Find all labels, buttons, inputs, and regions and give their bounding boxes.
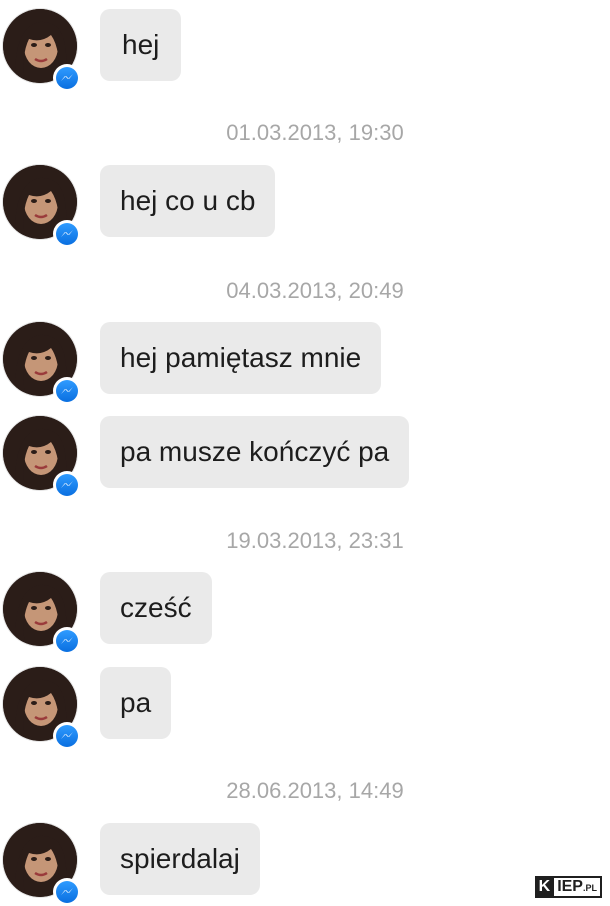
messenger-badge bbox=[53, 722, 81, 750]
messenger-icon bbox=[56, 223, 78, 245]
timestamp: 28.06.2013, 14:49 bbox=[226, 778, 404, 803]
messenger-icon bbox=[56, 725, 78, 747]
watermark-suffix: .PL bbox=[582, 883, 597, 893]
messenger-icon bbox=[56, 630, 78, 652]
messenger-badge bbox=[53, 878, 81, 906]
messenger-icon bbox=[56, 474, 78, 496]
messenger-badge bbox=[53, 64, 81, 92]
messenger-badge bbox=[53, 627, 81, 655]
watermark-k: K bbox=[534, 876, 555, 898]
message-bubble[interactable]: hej co u cb bbox=[100, 165, 276, 237]
message-row: hej pamiętasz mnie bbox=[0, 322, 610, 405]
messenger-badge bbox=[53, 471, 81, 499]
message-row: hej bbox=[0, 9, 610, 92]
messenger-icon bbox=[56, 380, 78, 402]
timestamp: 04.03.2013, 20:49 bbox=[226, 278, 404, 303]
message-bubble[interactable]: hej bbox=[100, 9, 182, 81]
messenger-icon bbox=[56, 67, 78, 89]
message-bubble[interactable]: pa musze kończyć pa bbox=[100, 416, 410, 488]
message-row: hej co u cb bbox=[0, 165, 610, 248]
message-row: spierdalaj bbox=[0, 823, 610, 906]
messenger-badge bbox=[53, 377, 81, 405]
message-bubble[interactable]: pa bbox=[100, 667, 172, 739]
timestamp: 19.03.2013, 23:31 bbox=[226, 528, 404, 553]
message-bubble[interactable]: hej pamiętasz mnie bbox=[100, 322, 382, 394]
message-row: pa bbox=[0, 667, 610, 750]
conversation: hej 01.03.2013, 19:30 hej co u cb 04.03.… bbox=[0, 0, 610, 906]
message-row: cześć bbox=[0, 572, 610, 655]
message-bubble[interactable]: cześć bbox=[100, 572, 212, 644]
messenger-icon bbox=[56, 881, 78, 903]
watermark-text: IEP bbox=[557, 878, 583, 895]
messenger-badge bbox=[53, 220, 81, 248]
message-bubble[interactable]: spierdalaj bbox=[100, 823, 260, 895]
message-row: pa musze kończyć pa bbox=[0, 416, 610, 499]
timestamp: 01.03.2013, 19:30 bbox=[226, 120, 404, 145]
watermark-rest: IEP.PL bbox=[554, 876, 602, 898]
kiep-watermark-logo: K IEP.PL bbox=[534, 876, 602, 898]
